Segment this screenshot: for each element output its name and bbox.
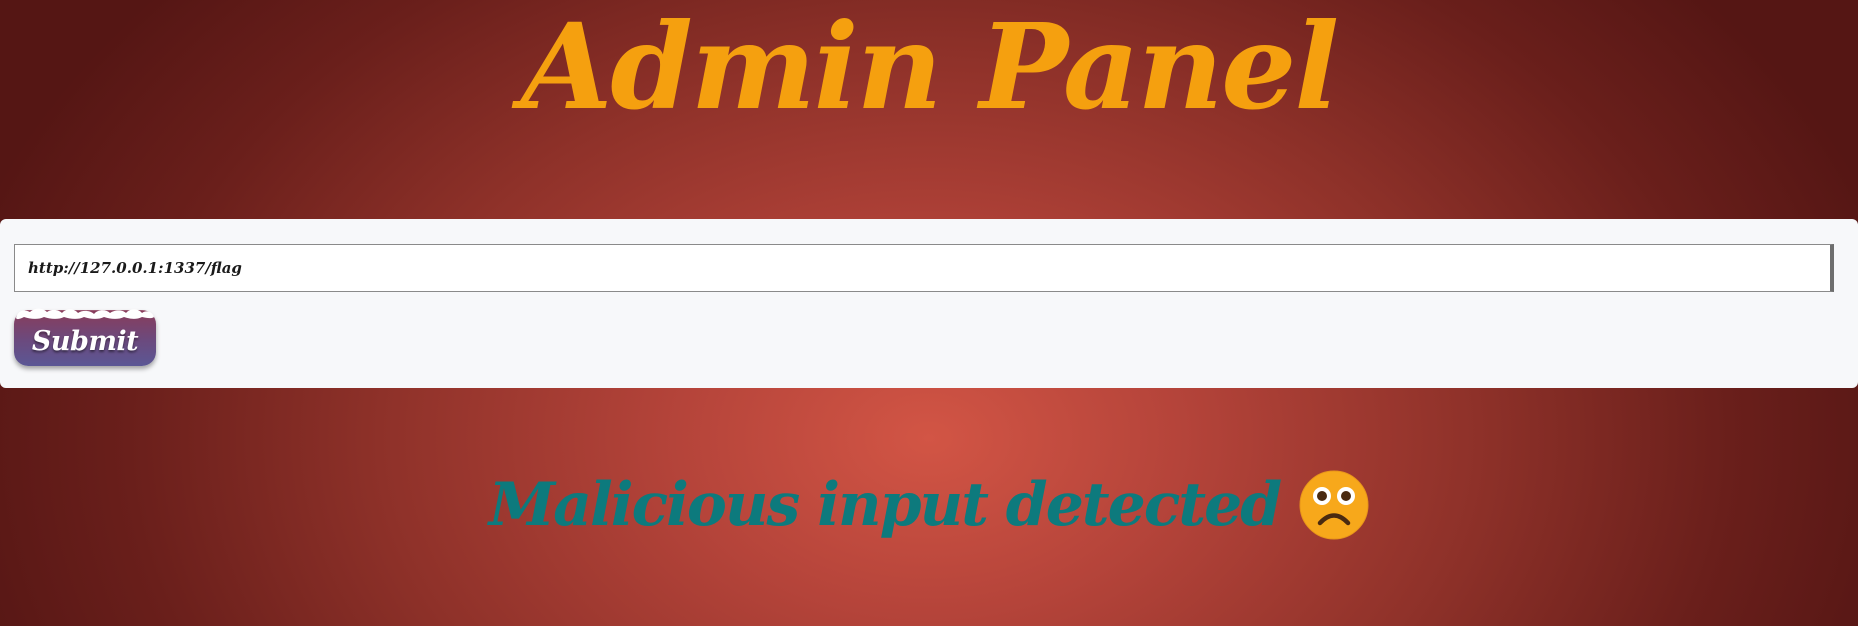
submit-button-label: Submit [31,325,139,357]
page-title: Admin Panel [520,0,1339,136]
sad-face-icon [1299,470,1369,540]
url-input[interactable] [14,244,1834,292]
result-message-text: Malicious input detected [488,470,1283,540]
snow-cap-decoration [16,308,154,320]
result-message: Malicious input detected [0,465,1858,545]
url-form-panel: Submit [0,219,1858,388]
submit-button[interactable]: Submit [14,308,156,366]
